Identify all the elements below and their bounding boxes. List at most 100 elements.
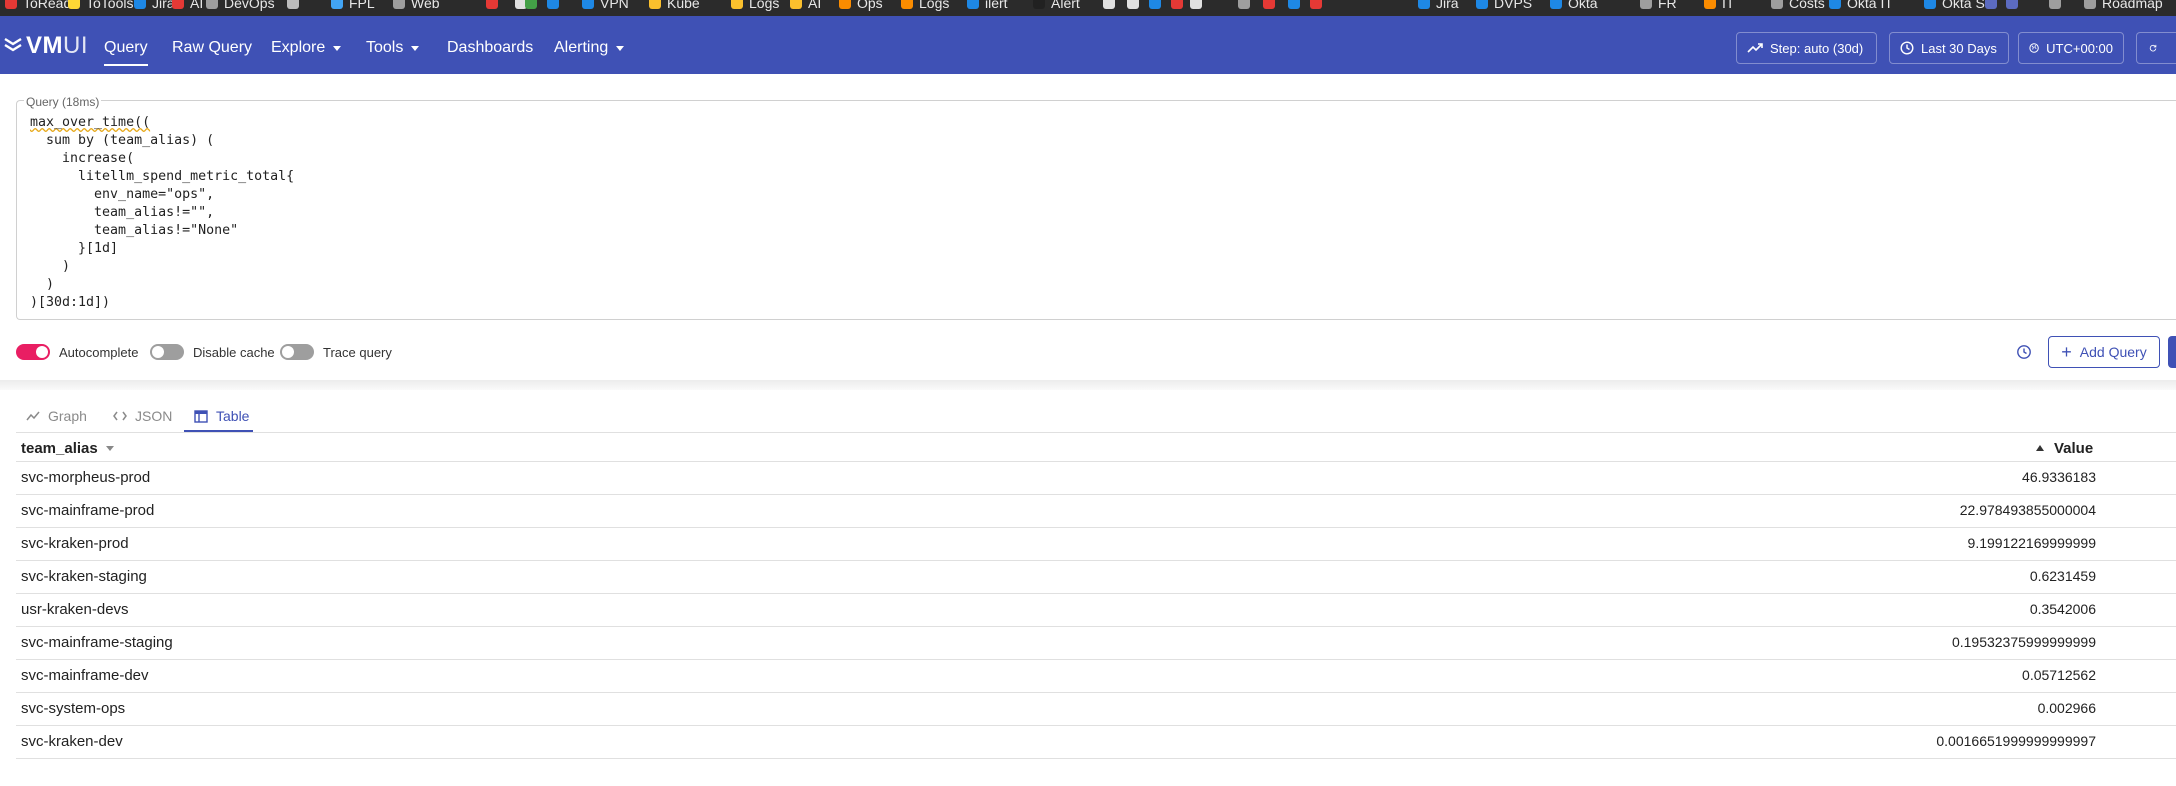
refresh-button[interactable] [2136, 32, 2176, 64]
bookmark-item[interactable]: Roadmap [2084, 0, 2163, 12]
bookmark-item[interactable] [2049, 0, 2067, 12]
bookmark-item[interactable] [1985, 0, 2003, 12]
bookmark-item[interactable]: IT [1704, 0, 1734, 12]
table-row[interactable]: svc-mainframe-prod 22.978493855000004 [16, 494, 2176, 527]
query-editor[interactable] [16, 100, 2176, 320]
bookmark-favicon-icon [172, 0, 184, 9]
tab-table-label: Table [216, 408, 250, 424]
bookmark-item[interactable]: Ops [839, 0, 883, 12]
bookmark-item[interactable]: Jira [134, 0, 175, 12]
time-range-button[interactable]: Last 30 Days [1889, 32, 2009, 64]
table-bottom-border [16, 758, 2176, 759]
section-divider [0, 380, 2176, 390]
bookmark-item[interactable] [1149, 0, 1167, 12]
disable-cache-switch[interactable] [150, 344, 184, 360]
bookmark-item[interactable] [1263, 0, 1281, 12]
nav-query[interactable]: Query [104, 32, 148, 66]
bookmark-item[interactable]: Okta [1550, 0, 1598, 12]
bookmark-favicon-icon [1263, 0, 1275, 9]
bookmark-label: FPL [349, 0, 375, 11]
time-range-label: Last 30 Days [1921, 40, 1997, 56]
tab-graph[interactable]: Graph [26, 400, 87, 432]
bookmark-favicon-icon [1924, 0, 1936, 9]
column-header-value[interactable]: Value [2036, 436, 2093, 460]
bookmark-item[interactable]: FR [1640, 0, 1677, 12]
table-row[interactable]: svc-mainframe-staging 0.19532375999999999 [16, 626, 2176, 659]
bookmark-item[interactable]: AI [172, 0, 203, 12]
step-button[interactable]: Step: auto (30d) [1736, 32, 1877, 64]
bookmark-item[interactable]: Okta S [1924, 0, 1985, 12]
bookmark-item[interactable] [547, 0, 565, 12]
bookmark-label: AI [190, 0, 204, 11]
tab-table[interactable]: Table [194, 400, 249, 432]
bookmark-item[interactable] [1127, 0, 1145, 12]
execute-query-button[interactable] [2168, 336, 2176, 368]
bookmark-favicon-icon [393, 0, 405, 9]
bookmark-item[interactable]: Logs [731, 0, 779, 12]
table-row[interactable]: svc-kraken-prod 9.199122169999999 [16, 527, 2176, 560]
query-line-10: )[30d:1d]) [30, 295, 111, 310]
bookmark-item[interactable] [525, 0, 543, 12]
table-row[interactable]: svc-morpheus-prod 46.9336183 [16, 461, 2176, 494]
bookmark-item[interactable]: VPN [582, 0, 629, 12]
bookmark-item[interactable]: Costs [1771, 0, 1825, 12]
bookmark-item[interactable] [1288, 0, 1306, 12]
row-value: 0.05712562 [2022, 667, 2096, 683]
bookmark-label: Logs [749, 0, 780, 11]
bookmark-item[interactable] [1190, 0, 1208, 12]
nav-dashboards-label: Dashboards [447, 39, 534, 56]
query-history-icon[interactable] [2016, 344, 2032, 360]
table-row[interactable]: usr-kraken-devs 0.3542006 [16, 593, 2176, 626]
bookmark-item[interactable]: Kube [649, 0, 700, 12]
row-team-alias: svc-kraken-staging [21, 568, 147, 585]
bookmark-item[interactable]: DevOps [206, 0, 275, 12]
vmui-logo[interactable]: VMUI [4, 32, 88, 60]
tab-json[interactable]: JSON [113, 400, 172, 432]
bookmark-item[interactable]: Jira [1418, 0, 1459, 12]
bookmark-item[interactable] [486, 0, 504, 12]
logo-text: VMUI [26, 32, 88, 59]
autocomplete-toggle[interactable]: Autocomplete [16, 344, 139, 360]
bookmark-item[interactable] [1310, 0, 1328, 12]
table-row[interactable]: svc-system-ops 0.002966 [16, 692, 2176, 725]
bookmark-item[interactable]: Okta IT [1829, 0, 1893, 12]
bookmark-item[interactable] [2006, 0, 2024, 12]
bookmark-item[interactable]: ToRead [5, 0, 71, 12]
bookmark-item[interactable] [1238, 0, 1256, 12]
bookmark-item[interactable]: AI [790, 0, 821, 12]
table-row[interactable]: svc-mainframe-dev 0.05712562 [16, 659, 2176, 692]
trace-query-label: Trace query [323, 344, 392, 360]
disable-cache-toggle[interactable]: Disable cache [150, 344, 275, 360]
bookmark-item[interactable]: ToTools [68, 0, 133, 12]
bookmark-item[interactable]: FPL [331, 0, 375, 12]
bookmark-favicon-icon [547, 0, 559, 9]
table-row[interactable]: svc-kraken-staging 0.6231459 [16, 560, 2176, 593]
autocomplete-switch[interactable] [16, 344, 50, 360]
column-header-team-alias[interactable]: team_alias [21, 436, 114, 460]
timezone-button[interactable]: UTC+00:00 [2018, 32, 2124, 64]
bookmark-item[interactable]: DVPS [1476, 0, 1532, 12]
nav-tools[interactable]: Tools [366, 32, 420, 64]
bookmark-favicon-icon [134, 0, 146, 9]
nav-dashboards[interactable]: Dashboards [447, 32, 533, 64]
bookmark-item[interactable] [1171, 0, 1189, 12]
trace-query-toggle[interactable]: Trace query [280, 344, 392, 360]
bookmark-item[interactable]: Web [393, 0, 440, 12]
query-legend: Query (18ms) [24, 95, 102, 109]
add-query-button[interactable]: + Add Query [2048, 336, 2160, 368]
nav-explore[interactable]: Explore [271, 32, 342, 64]
bookmark-item[interactable] [287, 0, 305, 12]
column-header-value-label: Value [2054, 439, 2094, 457]
query-code[interactable]: max_over_time(( sum by (team_alias) ( in… [30, 114, 294, 312]
table-row[interactable]: svc-kraken-dev 0.0016651999999999997 [16, 725, 2176, 758]
bookmark-item[interactable]: ilert [967, 0, 1008, 12]
query-line-2: increase( [30, 151, 135, 166]
bookmark-item[interactable]: Alert [1033, 0, 1080, 12]
bookmark-item[interactable]: Logs [901, 0, 949, 12]
row-team-alias: svc-mainframe-dev [21, 667, 149, 684]
nav-alerting[interactable]: Alerting [554, 32, 625, 64]
trace-query-switch[interactable] [280, 344, 314, 360]
bookmark-item[interactable] [1103, 0, 1121, 12]
nav-raw-query[interactable]: Raw Query [172, 32, 252, 64]
trend-line-icon [1747, 43, 1763, 53]
